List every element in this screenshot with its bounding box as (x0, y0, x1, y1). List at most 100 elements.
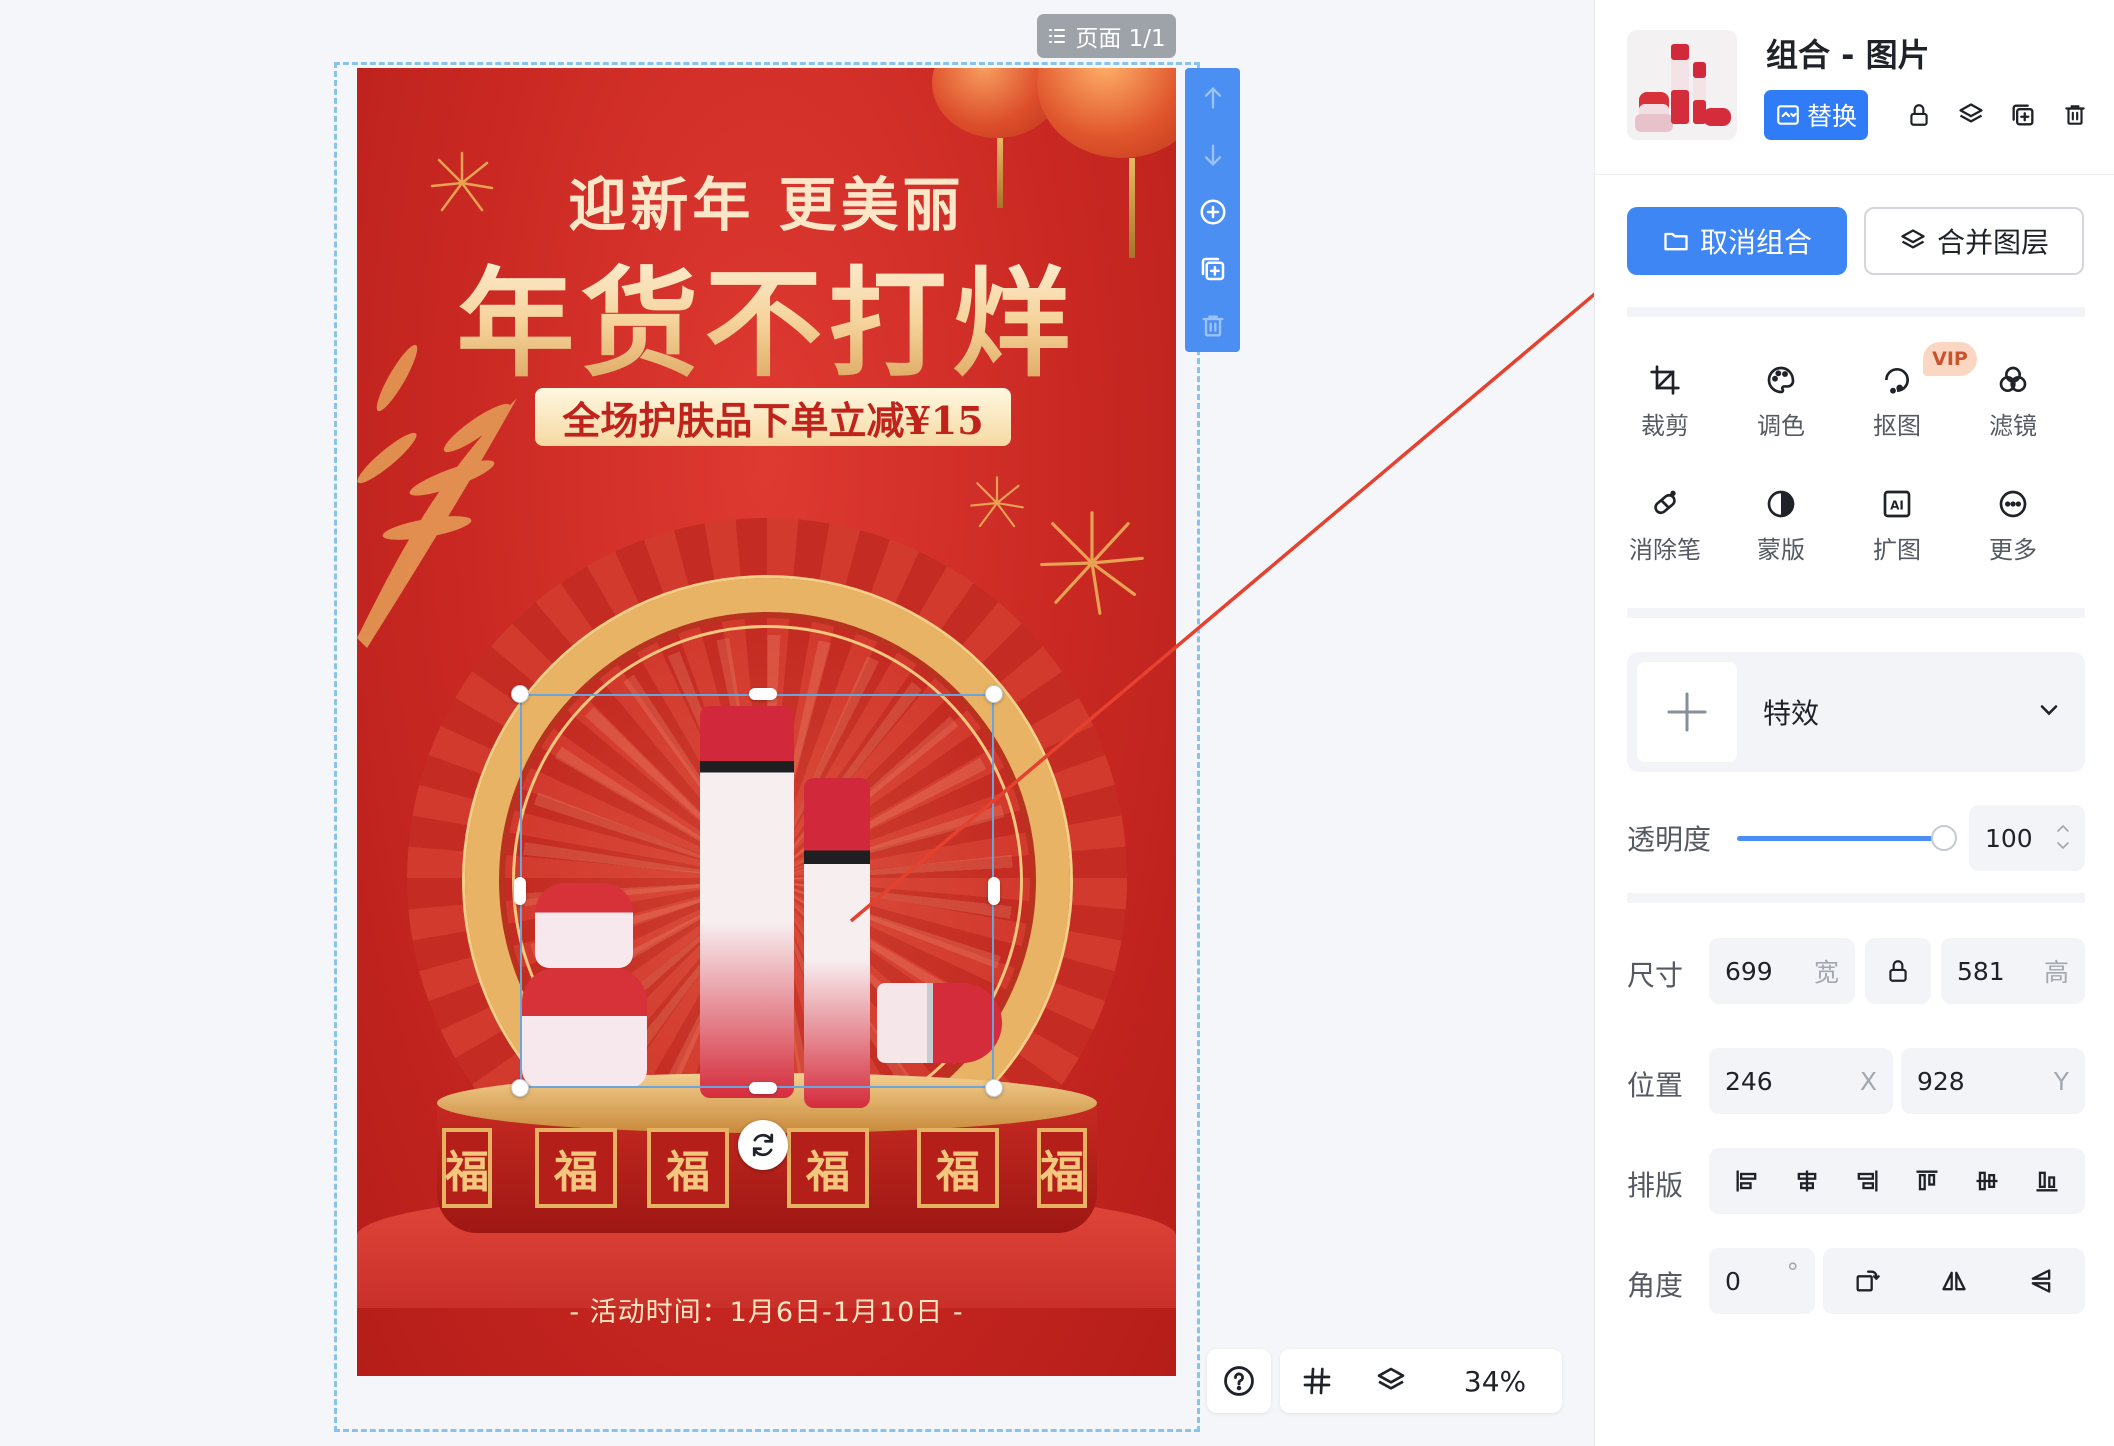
opacity-input[interactable]: 100 (1969, 805, 2085, 871)
tool-label: 更多 (1989, 536, 2037, 564)
align-center-v-button[interactable] (1967, 1161, 2007, 1201)
canvas-area[interactable]: 页面 1/1 迎新年 更美丽 年货不打烊 全场护肤品下单立减¥15 福 福 福 … (0, 0, 1766, 1446)
align-top-button[interactable] (1907, 1161, 1947, 1201)
layer-order-button[interactable] (1954, 98, 1988, 132)
duplicate-button[interactable] (2006, 98, 2040, 132)
align-center-h-button[interactable] (1787, 1161, 1827, 1201)
palette-icon (1767, 366, 1795, 394)
plus-icon (1667, 692, 1707, 732)
zoom-bar: 34% (1280, 1349, 1562, 1413)
move-down-button[interactable] (1193, 133, 1233, 177)
height-input[interactable]: 581 高 (1941, 938, 2085, 1004)
zoom-level[interactable]: 34% (1428, 1365, 1562, 1398)
fu-tile: 福 (917, 1128, 999, 1208)
resize-handle-nw[interactable] (511, 685, 529, 703)
fu-tile: 福 (787, 1128, 869, 1208)
width-input[interactable]: 699 宽 (1709, 938, 1855, 1004)
duplicate-icon (2012, 104, 2034, 126)
tool-ai-expand[interactable]: AI 扩图 (1847, 486, 1947, 576)
align-left-icon (1736, 1170, 1757, 1192)
fu-char: 福 (666, 1147, 710, 1198)
fu-char: 福 (554, 1147, 598, 1198)
x-input[interactable]: 246 X (1709, 1048, 1893, 1114)
crop-icon (1650, 365, 1680, 395)
rotate-button[interactable] (1847, 1261, 1887, 1301)
add-page-button[interactable] (1193, 190, 1233, 234)
trash-icon (1202, 315, 1223, 337)
effect-selector[interactable]: 特效 (1627, 652, 2085, 772)
thumbnail-image (1627, 30, 1737, 140)
ungroup-label: 取消组合 (1699, 226, 1812, 259)
filter-icon (1999, 366, 2027, 392)
merge-label: 合并图层 (1936, 226, 2049, 259)
grid-toggle-button[interactable] (1280, 1349, 1354, 1413)
resize-handle-n[interactable] (749, 688, 777, 700)
flip-vertical-button[interactable] (2021, 1261, 2061, 1301)
add-effect-button[interactable] (1637, 662, 1737, 762)
rotate-handle[interactable] (738, 1120, 788, 1170)
rotate-icon (1856, 1270, 1880, 1292)
y-input[interactable]: 928 Y (1901, 1048, 2085, 1114)
tool-filter[interactable]: 滤镜 (1963, 362, 2063, 452)
layers-button[interactable] (1354, 1349, 1428, 1413)
firework-decoration (970, 476, 1024, 528)
align-bottom-button[interactable] (2027, 1161, 2067, 1201)
svg-text:AI: AI (1890, 498, 1904, 512)
poster-promo-banner[interactable]: 全场护肤品下单立减¥15 (535, 388, 1011, 446)
tool-eraser[interactable]: 消除笔 (1615, 486, 1715, 576)
resize-handle-e[interactable] (988, 877, 1000, 905)
flip-horizontal-button[interactable] (1934, 1261, 1974, 1301)
move-up-button[interactable] (1193, 76, 1233, 120)
rotate-icon (752, 1133, 774, 1157)
lock-icon (1910, 104, 1928, 126)
ungroup-button[interactable]: 取消组合 (1627, 207, 1847, 275)
poster-event-date[interactable]: - 活动时间：1月6日-1月10日 - (357, 1290, 1176, 1329)
tool-label: 滤镜 (1989, 412, 2037, 440)
delete-button[interactable] (2058, 98, 2092, 132)
align-center-v-icon (1976, 1171, 1998, 1191)
tool-crop[interactable]: 裁剪 (1615, 362, 1715, 452)
angle-unit: ° (1786, 1258, 1800, 1287)
panel-title: 组合 - 图片 (1766, 36, 1930, 74)
arrow-up-icon (1204, 87, 1221, 109)
resize-handle-sw[interactable] (511, 1079, 529, 1097)
resize-handle-se[interactable] (985, 1079, 1003, 1097)
resize-handle-s[interactable] (749, 1082, 777, 1094)
opacity-slider-track[interactable] (1737, 836, 1947, 841)
layer-toolbar (1185, 68, 1240, 352)
lock-button[interactable] (1902, 98, 1936, 132)
x-unit: X (1859, 1066, 1877, 1096)
page-indicator[interactable]: 页面 1/1 (1037, 14, 1176, 58)
fu-char: 福 (445, 1147, 489, 1198)
opacity-slider-handle[interactable] (1931, 825, 1957, 851)
fu-char: 福 (1040, 1147, 1084, 1198)
align-left-button[interactable] (1727, 1161, 1767, 1201)
panel-header: 组合 - 图片 替换 (1595, 0, 2114, 175)
resize-handle-w[interactable] (514, 877, 526, 905)
lock-ratio-button[interactable] (1865, 938, 1931, 1004)
delete-page-button[interactable] (1193, 304, 1233, 348)
width-value: 699 (1725, 956, 1773, 986)
angle-input[interactable]: 0 ° (1709, 1248, 1815, 1314)
stepper-icon[interactable] (2055, 819, 2071, 855)
layout-label: 排版 (1627, 1169, 1684, 1202)
tool-more[interactable]: 更多 (1963, 486, 2063, 576)
tool-mask[interactable]: 蒙版 (1731, 486, 1831, 576)
align-right-button[interactable] (1847, 1161, 1887, 1201)
help-button[interactable] (1207, 1349, 1271, 1413)
align-bottom-icon (2036, 1171, 2058, 1192)
eraser-icon (1654, 490, 1676, 515)
opacity-value: 100 (1985, 823, 2033, 853)
lock-icon (1889, 960, 1907, 982)
duplicate-page-button[interactable] (1193, 247, 1233, 291)
tool-adjust-color[interactable]: 调色 (1731, 362, 1831, 452)
ai-expand-icon: AI (1883, 490, 1911, 518)
image-selection-box[interactable] (520, 694, 994, 1088)
merge-layers-button[interactable]: 合并图层 (1864, 207, 2084, 275)
align-top-icon (1916, 1170, 1938, 1191)
poster-title[interactable]: 年货不打烊 (357, 228, 1176, 399)
resize-handle-ne[interactable] (985, 685, 1003, 703)
add-circle-icon (1200, 199, 1225, 225)
replace-image-button[interactable]: 替换 (1764, 90, 1868, 140)
flip-vertical-icon (2031, 1269, 2051, 1293)
